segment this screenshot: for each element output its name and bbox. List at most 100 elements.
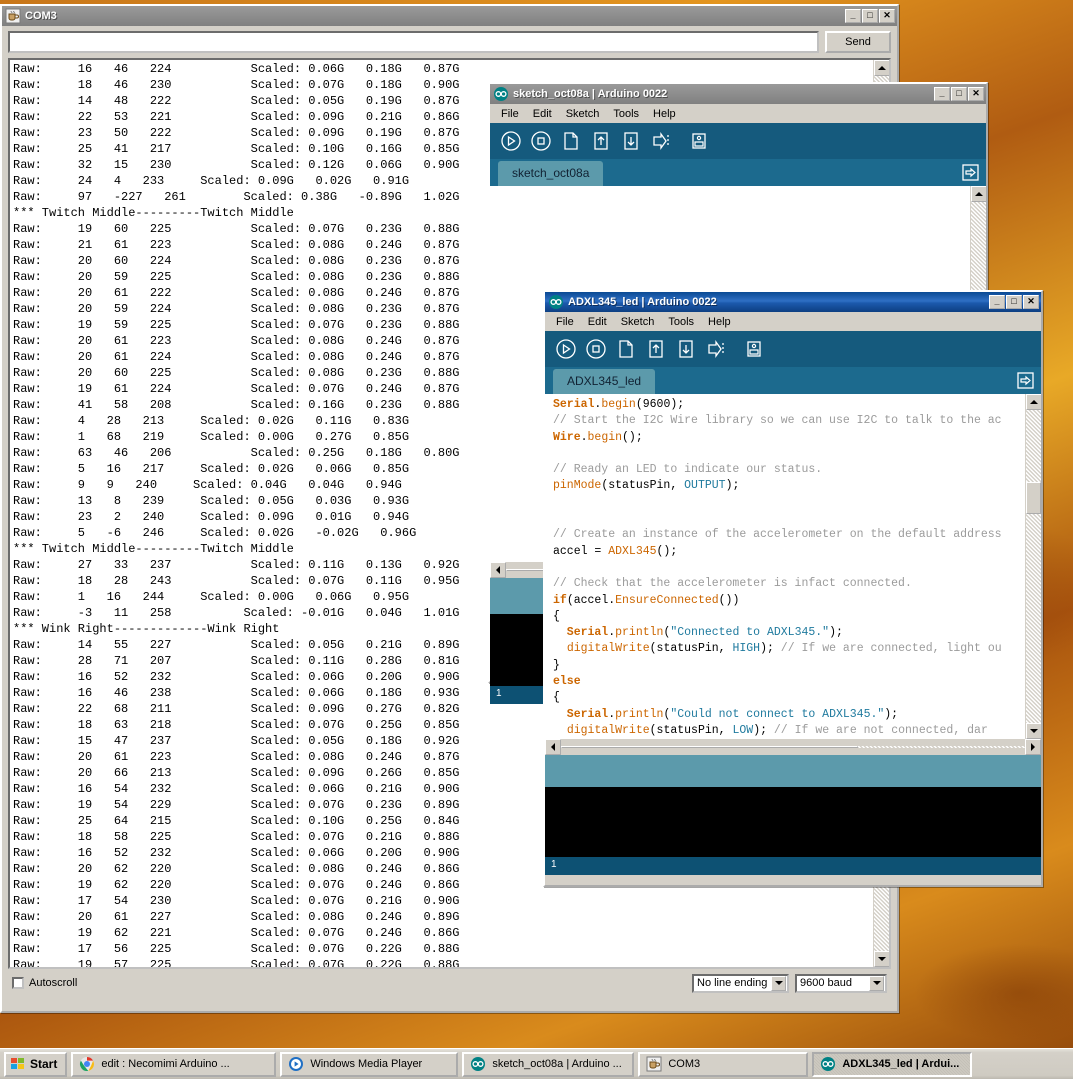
code-line: // Create an instance of the acceleromet… — [553, 527, 1025, 543]
code-token: else — [553, 675, 581, 689]
minimize-button[interactable]: _ — [989, 295, 1005, 309]
chevron-down-icon[interactable] — [869, 975, 884, 991]
save-icon[interactable] — [673, 337, 699, 361]
code-line: if(accel.EnsureConnected()) — [553, 593, 1025, 609]
code-token: // Create an instance of the acceleromet… — [553, 528, 1002, 542]
code-line: pinMode(statusPin, OUTPUT); — [553, 478, 1025, 494]
menu-tools[interactable]: Tools — [606, 106, 646, 122]
scroll-up-button[interactable] — [1026, 394, 1041, 410]
taskbar-item-label: edit : Necomimi Arduino ... — [101, 1058, 230, 1070]
vscroll-thumb[interactable] — [1026, 482, 1041, 514]
adxl-tabbar[interactable]: ADXL345_led — [545, 367, 1041, 394]
menu-sketch[interactable]: Sketch — [559, 106, 607, 122]
sketch-titlebar[interactable]: sketch_oct08a | Arduino 0022 _ □ ✕ — [490, 84, 986, 104]
code-token: Serial — [553, 398, 595, 411]
adxl-code[interactable]: Serial.begin(9600);// Start the I2C Wire… — [545, 394, 1025, 739]
taskbar-item-com3[interactable]: COM3 — [638, 1051, 809, 1077]
code-token: ); — [725, 479, 740, 493]
hscroll-track[interactable] — [561, 746, 1025, 748]
save-icon[interactable] — [618, 129, 644, 153]
adxl-titlebar[interactable]: ADXL345_led | Arduino 0022 _ □ ✕ — [545, 292, 1041, 312]
menu-file[interactable]: File — [549, 314, 581, 330]
line-ending-select[interactable]: No line ending — [692, 973, 789, 993]
sketch-window-controls[interactable]: _ □ ✕ — [934, 87, 984, 101]
minimize-button[interactable]: _ — [845, 9, 861, 23]
tab-menu-arrow-icon[interactable] — [1016, 371, 1035, 390]
code-token: Serial — [553, 707, 609, 721]
sketch-tab[interactable]: sketch_oct08a — [498, 161, 604, 186]
stop-icon[interactable] — [583, 337, 609, 361]
upload-icon[interactable] — [648, 129, 674, 153]
start-button[interactable]: Start — [4, 1051, 68, 1077]
taskbar-item-adxl345[interactable]: ADXL345_led | Ardui... — [812, 1051, 973, 1077]
scroll-down-button[interactable] — [874, 951, 889, 967]
menu-tools[interactable]: Tools — [661, 314, 701, 330]
sketch-menubar[interactable]: File Edit Sketch Tools Help — [490, 104, 986, 123]
send-button[interactable]: Send — [825, 31, 891, 53]
code-token: (statusPin, — [649, 642, 733, 656]
code-token: // If we are connected, light ou — [780, 642, 1002, 656]
minimize-button[interactable]: _ — [934, 87, 950, 101]
stop-icon[interactable] — [528, 129, 554, 153]
scroll-track[interactable] — [1026, 410, 1041, 723]
adxl-tab[interactable]: ADXL345_led — [553, 369, 656, 394]
tab-menu-arrow-icon[interactable] — [961, 163, 980, 182]
code-token: OUTPUT — [684, 479, 726, 493]
adxl345-led-window[interactable]: ADXL345_led | Arduino 0022 _ □ ✕ File Ed… — [543, 290, 1043, 887]
code-line: Serial.println("Could not connect to ADX… — [553, 707, 1025, 723]
chevron-down-icon[interactable] — [771, 975, 786, 991]
menu-edit[interactable]: Edit — [581, 314, 614, 330]
taskbar-item-label: ADXL345_led | Ardui... — [842, 1058, 960, 1070]
close-button[interactable]: ✕ — [968, 87, 984, 101]
taskbar-item-chrome[interactable]: edit : Necomimi Arduino ... — [71, 1051, 277, 1077]
autoscroll-checkbox[interactable] — [12, 977, 24, 989]
verify-icon[interactable] — [553, 337, 579, 361]
scroll-up-button[interactable] — [874, 60, 889, 76]
serial-input[interactable] — [8, 31, 819, 53]
sketch-toolbar[interactable] — [490, 123, 986, 159]
upload-icon[interactable] — [703, 337, 729, 361]
scroll-left-button[interactable] — [490, 562, 506, 578]
taskbar-item-sketch[interactable]: sketch_oct08a | Arduino ... — [462, 1051, 635, 1077]
close-button[interactable]: ✕ — [1023, 295, 1039, 309]
open-icon[interactable] — [588, 129, 614, 153]
code-token: begin — [601, 398, 636, 411]
code-token: (9600); — [635, 398, 685, 411]
verify-icon[interactable] — [498, 129, 524, 153]
taskbar-item-wmp[interactable]: Windows Media Player — [280, 1051, 459, 1077]
adxl-window-controls[interactable]: _ □ ✕ — [989, 295, 1039, 309]
baud-rate-select[interactable]: 9600 baud — [795, 973, 887, 993]
hscroll-thumb[interactable] — [561, 746, 858, 748]
serial-monitor-icon[interactable] — [686, 129, 712, 153]
menu-edit[interactable]: Edit — [526, 106, 559, 122]
maximize-button[interactable]: □ — [862, 9, 878, 23]
code-token: println — [615, 626, 664, 640]
autoscroll-checkbox-row[interactable]: Autoscroll — [12, 977, 77, 989]
maximize-button[interactable]: □ — [1006, 295, 1022, 309]
scroll-up-button[interactable] — [971, 186, 986, 202]
menu-help[interactable]: Help — [701, 314, 738, 330]
sketch-tabbar[interactable]: sketch_oct08a — [490, 159, 986, 186]
menu-help[interactable]: Help — [646, 106, 683, 122]
taskbar[interactable]: Start edit : Necomimi Arduino ... Window… — [0, 1048, 1073, 1079]
serial-monitor-title: COM3 — [25, 10, 57, 22]
adxl-menubar[interactable]: File Edit Sketch Tools Help — [545, 312, 1041, 331]
serial-monitor-icon[interactable] — [741, 337, 767, 361]
adxl-hscrollbar[interactable] — [545, 739, 1041, 755]
menu-file[interactable]: File — [494, 106, 526, 122]
scroll-left-button[interactable] — [545, 739, 561, 755]
adxl-editor[interactable]: Serial.begin(9600);// Start the I2C Wire… — [545, 394, 1041, 739]
open-icon[interactable] — [643, 337, 669, 361]
new-icon[interactable] — [613, 337, 639, 361]
serial-monitor-window-controls[interactable]: _ □ ✕ — [845, 9, 895, 23]
scroll-right-button[interactable] — [1025, 739, 1041, 755]
close-button[interactable]: ✕ — [879, 9, 895, 23]
serial-monitor-titlebar[interactable]: COM3 _ □ ✕ — [2, 6, 897, 26]
maximize-button[interactable]: □ — [951, 87, 967, 101]
adxl-toolbar[interactable] — [545, 331, 1041, 367]
new-icon[interactable] — [558, 129, 584, 153]
adxl-vscrollbar[interactable] — [1025, 394, 1041, 739]
scroll-down-button[interactable] — [1026, 723, 1041, 739]
menu-sketch[interactable]: Sketch — [614, 314, 662, 330]
